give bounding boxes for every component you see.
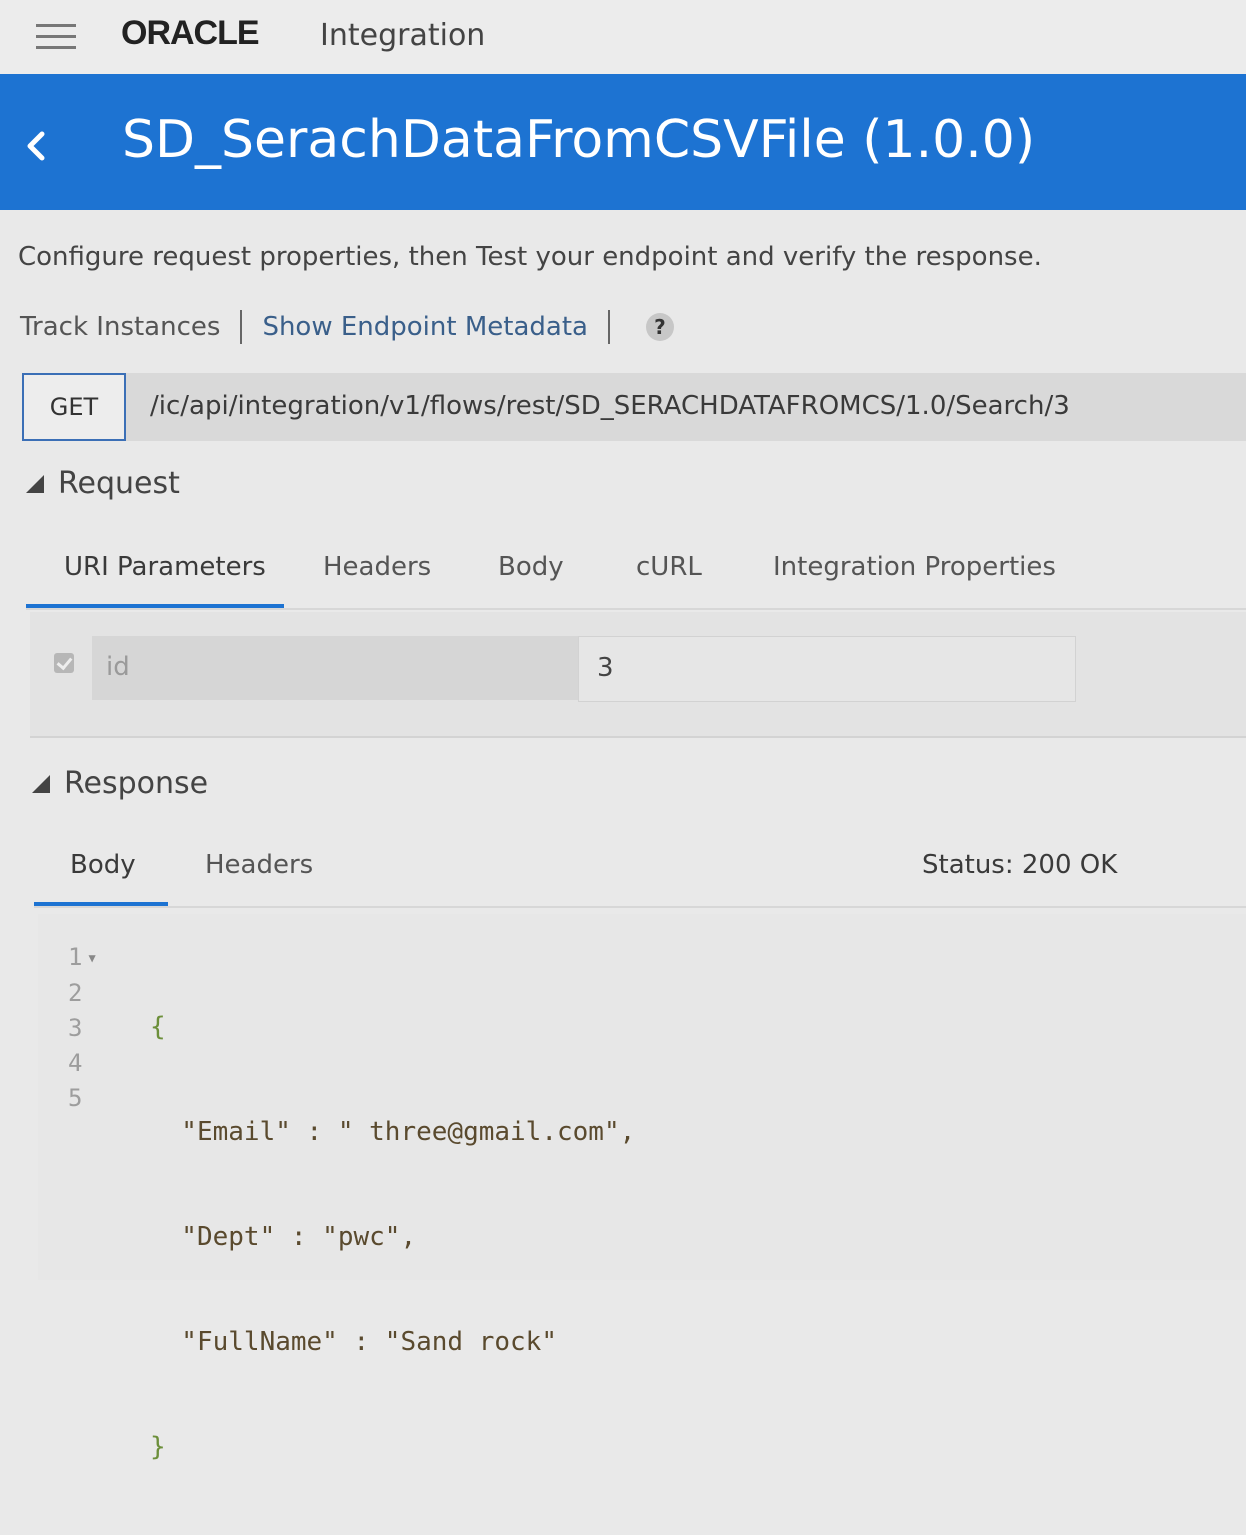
tab-response-body[interactable]: Body [70,850,136,880]
request-tabs: URI Parameters Headers Body cURL Integra… [0,552,1246,612]
response-section-title: Response [64,766,209,801]
response-body-editor[interactable]: 1 ▼ 2 3 4 5 { "Email" : " three@gmail.com… [38,914,1246,1462]
code-line: } [150,1432,166,1462]
link-separator [607,310,610,344]
line-number: 1 ▼ [68,943,96,971]
action-links: Track Instances Show Endpoint Metadata ? [20,305,674,349]
response-active-tab-indicator [34,902,168,906]
brand-bar: ORACLE Integration [0,0,1246,74]
request-active-tab-indicator [26,604,284,608]
integration-title: SD_SerachDataFromCSVFile (1.0.0) [122,110,1036,170]
response-section-toggle[interactable]: Response [32,766,208,801]
show-endpoint-metadata-link[interactable]: Show Endpoint Metadata [262,312,588,342]
code-line: "Dept" : "pwc", [150,1222,417,1252]
page-description: Configure request properties, then Test … [18,242,1042,272]
param-name: id [106,652,130,682]
back-chevron-left-icon[interactable] [20,124,52,168]
line-number: 5 [68,1083,83,1112]
line-number-gutter: 1 ▼ 2 3 4 5 [68,940,128,1116]
link-separator [240,310,243,344]
http-method-select[interactable]: GET [22,373,126,441]
tab-body[interactable]: Body [498,552,564,582]
oracle-logo: ORACLE [121,14,260,52]
fold-arrow-icon[interactable]: ▼ [88,951,95,965]
code-line: { [150,1012,166,1042]
checkbox-checked-icon[interactable] [54,653,74,673]
endpoint-bar: GET /ic/api/integration/v1/flows/rest/SD… [22,373,1246,441]
triangle-collapse-icon [32,774,50,793]
code-line: "FullName" : "Sand rock" [150,1327,557,1357]
track-instances-link[interactable]: Track Instances [20,312,220,342]
line-number: 2 [68,978,83,1007]
request-tabs-divider [26,608,1246,610]
request-section-title: Request [58,466,180,501]
tab-curl[interactable]: cURL [636,552,702,582]
triangle-collapse-icon [26,474,44,493]
endpoint-url: /ic/api/integration/v1/flows/rest/SD_SER… [150,391,1070,421]
tab-integration-properties[interactable]: Integration Properties [773,552,1056,582]
help-icon[interactable]: ? [645,313,674,341]
response-tabs-divider [34,906,1246,908]
line-number: 3 [68,1013,83,1042]
uri-parameters-panel: id 3 [30,612,1246,738]
tab-uri-parameters[interactable]: URI Parameters [64,552,266,582]
line-number: 4 [68,1048,83,1077]
request-section-toggle[interactable]: Request [26,466,180,501]
product-name: Integration [320,18,486,53]
param-value: 3 [597,653,614,683]
code-line: "Email" : " three@gmail.com", [150,1117,636,1147]
hamburger-menu-icon[interactable] [36,24,76,50]
response-status: Status: 200 OK [922,850,1118,880]
tab-headers[interactable]: Headers [323,552,431,582]
tab-response-headers[interactable]: Headers [205,850,313,880]
param-value-input[interactable]: 3 [578,636,1076,702]
param-name-field: id [92,636,578,700]
json-code: { "Email" : " three@gmail.com", "Dept" :… [150,940,635,1535]
